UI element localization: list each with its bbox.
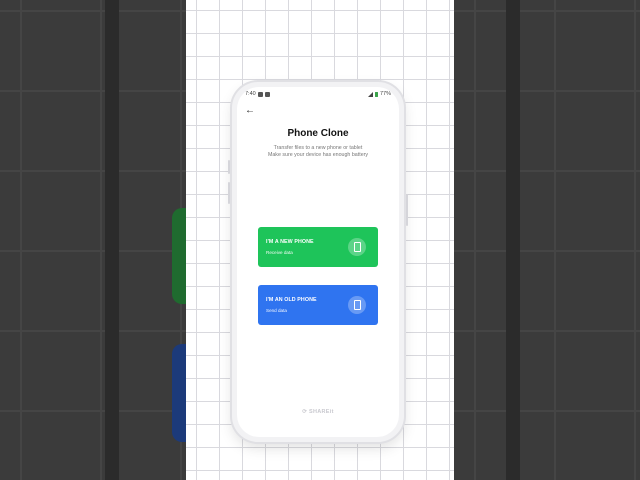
battery-icon	[374, 91, 378, 97]
shareit-logo: ⟳ SHAREit	[302, 409, 334, 415]
left-grid-pattern	[0, 0, 186, 480]
page-subtitle-line2: Make sure your device has enough battery	[267, 152, 369, 158]
phone-screen: 7:40 77% ← Phone Clone Transfer files to…	[237, 87, 399, 437]
right-grid-pattern	[454, 0, 640, 480]
phone-receive-icon	[348, 238, 366, 256]
new-phone-button[interactable]: I'M A NEW PHONE Receive data	[258, 227, 378, 267]
status-left: 7:40	[245, 91, 270, 97]
old-phone-button[interactable]: I'M AN OLD PHONE Send data	[258, 285, 378, 325]
phone-frame: 7:40 77% ← Phone Clone Transfer files to…	[228, 82, 408, 442]
right-dark-strip	[506, 0, 520, 480]
brand-name: SHAREit	[309, 409, 334, 415]
status-time: 7:40	[245, 91, 256, 97]
blurred-blue-card	[172, 344, 186, 442]
page-subtitle-line1: Transfer files to a new phone or tablet	[273, 145, 363, 151]
left-blurred-background	[0, 0, 186, 480]
notification-icon	[257, 91, 263, 97]
old-phone-subtitle: Send data	[266, 308, 287, 313]
page-title: Phone Clone	[287, 128, 349, 139]
status-bar: 7:40 77%	[245, 90, 391, 98]
phone-side-button	[228, 160, 230, 174]
battery-level: 77%	[379, 91, 391, 97]
back-arrow-icon[interactable]: ←	[245, 106, 255, 116]
right-blurred-background	[454, 0, 640, 480]
status-right: 77%	[367, 91, 391, 97]
phone-power-button	[406, 194, 408, 226]
new-phone-subtitle: Receive data	[266, 250, 293, 255]
signal-icon	[367, 91, 373, 97]
left-dark-strip	[105, 0, 119, 480]
new-phone-title: I'M A NEW PHONE	[266, 239, 314, 245]
notification-icon	[264, 91, 270, 97]
phone-side-button	[228, 182, 230, 204]
phone-send-icon	[348, 296, 366, 314]
old-phone-title: I'M AN OLD PHONE	[266, 297, 317, 303]
blurred-green-card	[172, 208, 186, 304]
